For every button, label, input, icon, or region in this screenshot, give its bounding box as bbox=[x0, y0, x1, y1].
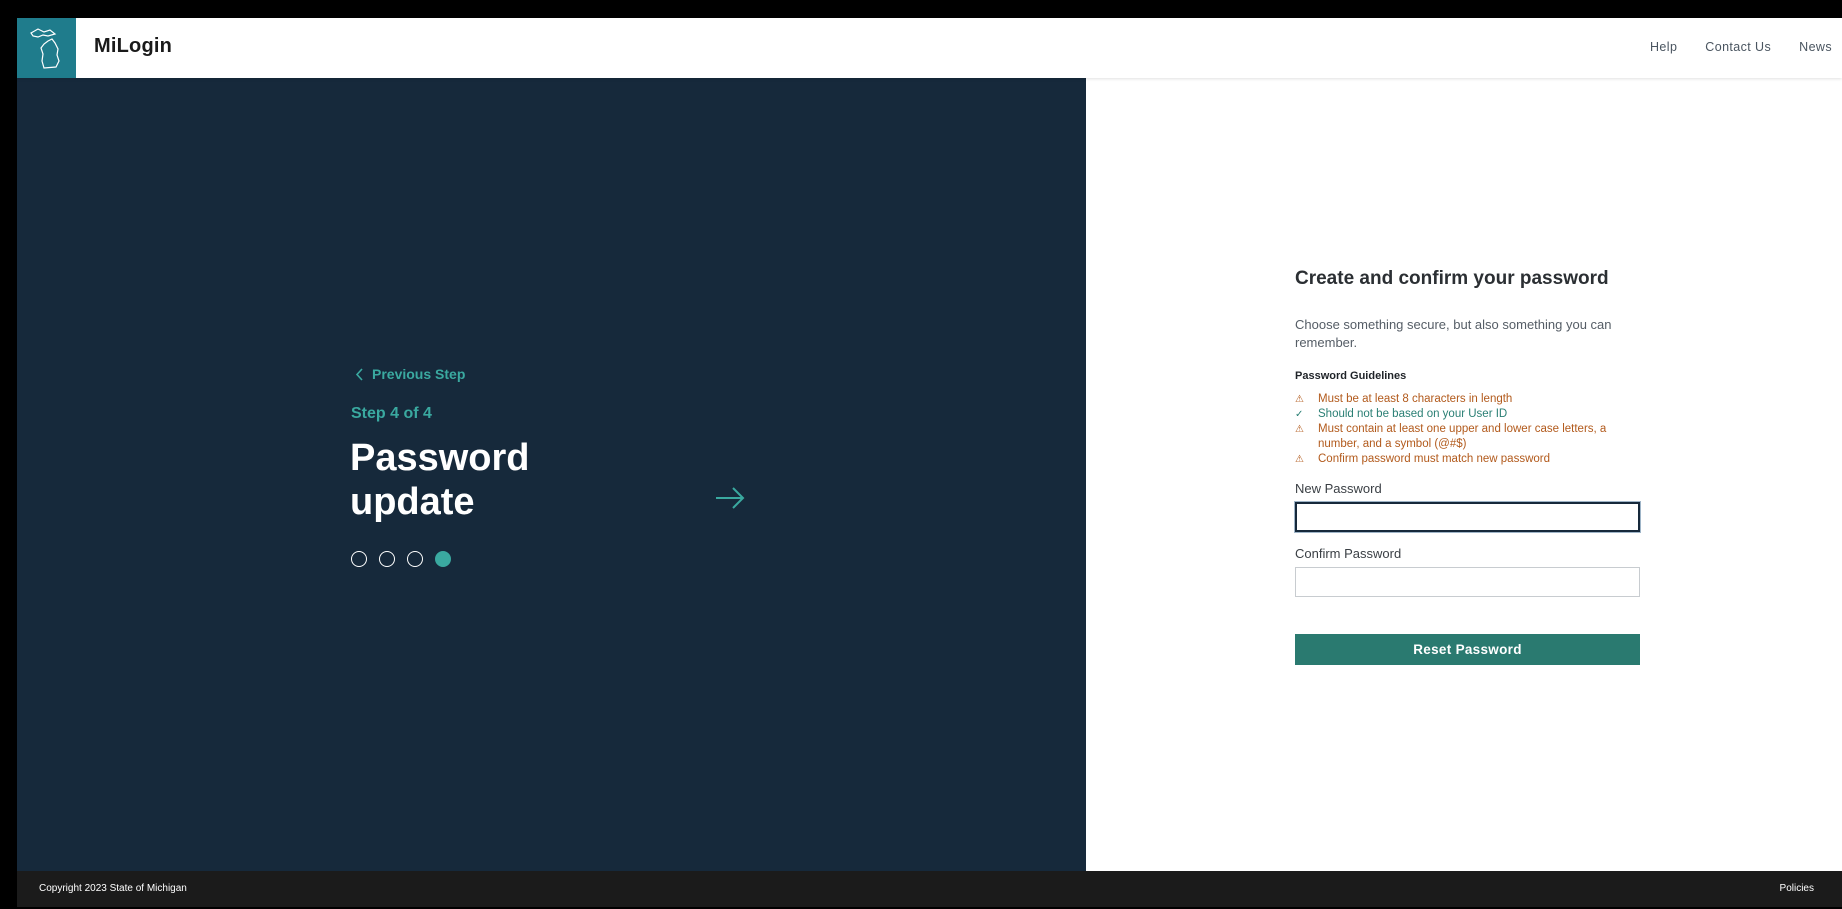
nav-contact-us[interactable]: Contact Us bbox=[1705, 40, 1771, 54]
page-frame: MiLogin Help Contact Us News Previous St… bbox=[17, 18, 1842, 907]
site-header: MiLogin Help Contact Us News bbox=[17, 18, 1842, 78]
arrow-right-icon bbox=[716, 487, 745, 509]
warning-icon: ⚠ bbox=[1295, 394, 1304, 405]
progress-dots bbox=[351, 551, 451, 567]
guideline-text: Should not be based on your User ID bbox=[1318, 408, 1508, 420]
reset-password-button[interactable]: Reset Password bbox=[1295, 634, 1640, 665]
confirm-password-input[interactable] bbox=[1295, 567, 1640, 597]
warning-icon: ⚠ bbox=[1295, 424, 1304, 435]
policies-link[interactable]: Policies bbox=[1780, 883, 1814, 894]
progress-dot-1 bbox=[351, 551, 367, 567]
warning-icon: ⚠ bbox=[1295, 454, 1304, 465]
guideline-text: Must be at least 8 characters in length bbox=[1318, 393, 1513, 405]
chevron-left-icon bbox=[355, 367, 363, 381]
top-nav: Help Contact Us News bbox=[1622, 40, 1832, 54]
headline-line-1: Password bbox=[350, 437, 530, 479]
michigan-logo[interactable] bbox=[17, 18, 76, 78]
michigan-map-icon bbox=[29, 28, 60, 69]
step-indicator: Step 4 of 4 bbox=[351, 405, 432, 422]
guideline-item: ✓ Should not be based on your User ID bbox=[1295, 407, 1640, 422]
guidelines-list: ⚠ Must be at least 8 characters in lengt… bbox=[1295, 392, 1640, 467]
page-headline: Password update bbox=[350, 436, 610, 524]
previous-step-label: Previous Step bbox=[372, 366, 466, 382]
guideline-text: Must contain at least one upper and lowe… bbox=[1318, 423, 1607, 450]
progress-dot-4-active bbox=[435, 551, 451, 567]
confirm-password-label: Confirm Password bbox=[1295, 546, 1402, 561]
guideline-item: ⚠ Must contain at least one upper and lo… bbox=[1295, 422, 1640, 452]
password-form: Create and confirm your password Choose … bbox=[1295, 268, 1640, 665]
site-footer: Copyright 2023 State of Michigan Policie… bbox=[17, 871, 1842, 907]
new-password-label: New Password bbox=[1295, 481, 1382, 496]
form-description: Choose something secure, but also someth… bbox=[1295, 317, 1612, 350]
guideline-text: Confirm password must match new password bbox=[1318, 453, 1550, 465]
guideline-item: ⚠ Must be at least 8 characters in lengt… bbox=[1295, 392, 1640, 407]
nav-news[interactable]: News bbox=[1799, 40, 1832, 54]
guidelines-title: Password Guidelines bbox=[1295, 370, 1407, 382]
progress-dot-2 bbox=[379, 551, 395, 567]
headline-line-2: update bbox=[350, 481, 475, 523]
step-panel: Previous Step Step 4 of 4 Password updat… bbox=[17, 78, 1086, 871]
previous-step-link[interactable]: Previous Step bbox=[355, 366, 465, 382]
check-icon: ✓ bbox=[1295, 409, 1304, 420]
copyright-text: Copyright 2023 State of Michigan bbox=[39, 883, 187, 894]
progress-dot-3 bbox=[407, 551, 423, 567]
new-password-input[interactable] bbox=[1295, 502, 1640, 532]
brand-name[interactable]: MiLogin bbox=[94, 35, 172, 58]
nav-help[interactable]: Help bbox=[1650, 40, 1677, 54]
form-title: Create and confirm your password bbox=[1295, 268, 1609, 289]
guideline-item: ⚠ Confirm password must match new passwo… bbox=[1295, 452, 1640, 467]
